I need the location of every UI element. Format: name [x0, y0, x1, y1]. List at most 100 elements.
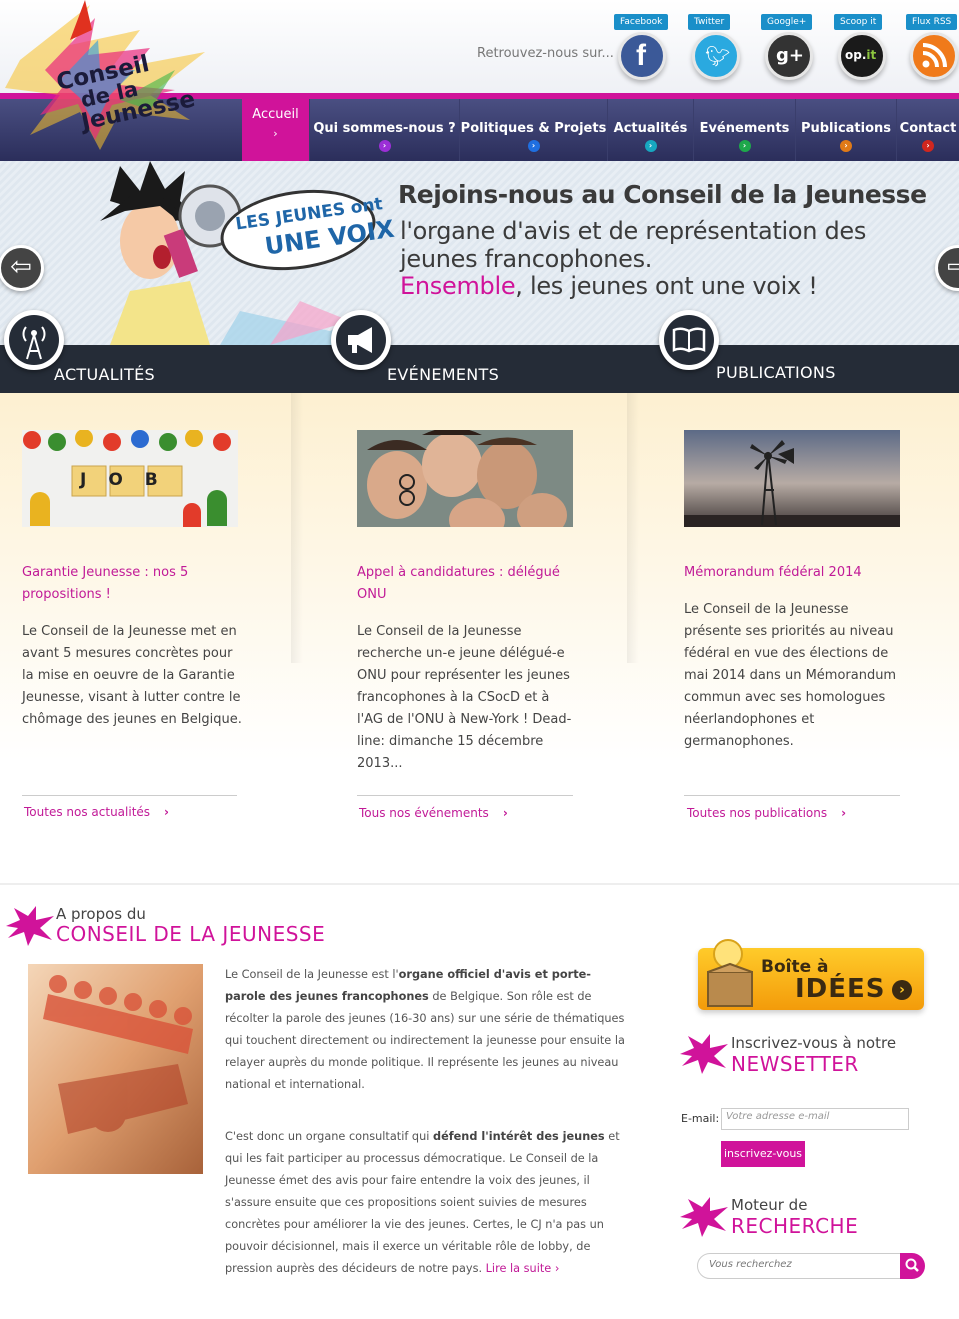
- search-title-small: Moteur de: [731, 1196, 808, 1214]
- social-scoop-it[interactable]: Scoop it op.it: [832, 14, 892, 82]
- twitter-icon[interactable]: 🐦︎: [692, 32, 740, 80]
- social-google-plus[interactable]: Google+ g+: [759, 14, 819, 82]
- social-rss[interactable]: Flux RSS: [904, 14, 959, 82]
- about-title-small: A propos du: [56, 905, 146, 923]
- nav-label: Actualités: [613, 121, 688, 136]
- banner-line-1: l'organe d'avis et de représentation des: [400, 217, 867, 245]
- link-label: Tous nos événements: [359, 806, 489, 820]
- scoop-it-icon[interactable]: op.it: [838, 32, 886, 80]
- about-p1-a: Le Conseil de la Jeunesse est l': [225, 968, 399, 981]
- divider: [357, 795, 573, 796]
- social-label: Flux RSS: [906, 14, 958, 30]
- nav-label: Evénements: [699, 121, 790, 136]
- column-separator: [627, 393, 639, 663]
- group-faces-image: [357, 430, 573, 527]
- news-image-job[interactable]: JOB: [22, 430, 238, 527]
- chevron-right-icon: ›: [841, 806, 847, 820]
- nav-label: Accueil: [252, 107, 299, 122]
- tab-publications[interactable]: PUBLICATIONS: [716, 363, 836, 382]
- facebook-icon[interactable]: f: [618, 32, 666, 80]
- tab-actualites[interactable]: ACTUALITÉS: [54, 365, 155, 384]
- news-title-3[interactable]: Mémorandum fédéral 2014: [684, 562, 899, 584]
- pink-splash-icon: [680, 1034, 728, 1074]
- tab-evenements[interactable]: EVÉNEMENTS: [387, 365, 499, 384]
- banner-line-3-rest: , les jeunes ont une voix !: [515, 272, 818, 300]
- social-twitter[interactable]: Twitter 🐦︎: [686, 14, 746, 82]
- find-us-text: Retrouvez-nous sur...: [477, 46, 614, 61]
- nav-label: Politiques & Projets: [460, 121, 607, 136]
- banner-line-3: Ensemble, les jeunes ont une voix !: [400, 272, 818, 300]
- social-facebook[interactable]: Facebook f: [612, 14, 672, 82]
- rss-icon[interactable]: [910, 32, 958, 80]
- news-body-1: Le Conseil de la Jeunesse met en avant 5…: [22, 624, 242, 727]
- hero-banner: LES JEUNES ont UNE VOIX Rejoins-nous au …: [0, 161, 959, 345]
- social-label: Google+: [761, 14, 813, 30]
- read-more-link[interactable]: Lire la suite ›: [486, 1262, 560, 1275]
- chevron-right-icon: ›: [554, 1262, 560, 1275]
- about-image: [28, 964, 203, 1174]
- nav-item-evenements[interactable]: Evénements ›: [693, 99, 795, 161]
- nav-label: Publications: [800, 121, 892, 136]
- newsletter-title: Inscrivez-vous à notre NEWSETTER: [731, 1034, 896, 1076]
- book-icon[interactable]: [659, 310, 719, 370]
- pink-splash-icon: [6, 906, 54, 946]
- paper-dolls-image: [28, 964, 203, 1174]
- social-label: Twitter: [688, 14, 731, 30]
- search-input[interactable]: Vous recherchez: [697, 1253, 902, 1279]
- nav-item-publications[interactable]: Publications ›: [795, 99, 896, 161]
- job-tiles-text: JOB: [80, 470, 180, 490]
- link-all-news[interactable]: Toutes nos actualités ›: [24, 805, 169, 819]
- chevron-right-icon: ›: [892, 980, 912, 1000]
- nav-item-contact[interactable]: Contact ›: [896, 99, 959, 161]
- link-all-events[interactable]: Tous nos événements ›: [359, 806, 508, 820]
- slider-prev-button[interactable]: ⇦: [0, 245, 44, 291]
- chevron-right-icon: ›: [502, 806, 508, 820]
- nav-label: Qui sommes-nous ?: [313, 121, 456, 136]
- windmill-sunset-image: [684, 430, 900, 527]
- megaphone-icon[interactable]: [331, 310, 391, 370]
- banner-title: Rejoins-nous au Conseil de la Jeunesse: [398, 180, 927, 209]
- lightbulb-box-icon: [707, 939, 753, 1007]
- nav-item-politiques-projets[interactable]: Politiques & Projets ›: [459, 99, 607, 161]
- book-glyph-icon: [672, 327, 706, 353]
- email-label: E-mail:: [681, 1112, 720, 1125]
- nav-item-qui-sommes-nous[interactable]: Qui sommes-nous ? ›: [309, 99, 459, 161]
- section-divider: [0, 883, 959, 885]
- about-title-big: CONSEIL DE LA JEUNESSE: [56, 922, 326, 946]
- email-field[interactable]: Votre adresse e-mail: [721, 1108, 909, 1130]
- news-image-people[interactable]: [357, 430, 573, 527]
- section-tabs: ACTUALITÉS EVÉNEMENTS PUBLICATIONS: [0, 345, 959, 393]
- divider: [684, 795, 900, 796]
- pink-splash-icon: [680, 1197, 728, 1237]
- subscribe-button[interactable]: inscrivez-vous: [721, 1141, 805, 1167]
- chevron-dot-icon: ›: [922, 140, 934, 152]
- search-button[interactable]: [900, 1253, 925, 1279]
- banner-highlight: Ensemble: [400, 272, 516, 300]
- about-paragraph-1: Le Conseil de la Jeunesse est l'organe o…: [225, 964, 630, 1096]
- about-paragraph-2: C'est donc un organe consultatif qui déf…: [225, 1126, 630, 1280]
- antenna-icon[interactable]: [4, 310, 64, 370]
- link-all-publications[interactable]: Toutes nos publications ›: [687, 806, 846, 820]
- news-title-1[interactable]: Garantie Jeunesse : nos 5 propositions !: [22, 562, 237, 606]
- about-p2-c: et qui les fait participer au processus …: [225, 1130, 620, 1275]
- banner-line-2: jeunes francophones.: [400, 245, 653, 273]
- google-plus-icon[interactable]: g+: [765, 32, 813, 80]
- nav-item-actualites[interactable]: Actualités ›: [607, 99, 693, 161]
- column-separator: [291, 393, 303, 663]
- idea-box-button[interactable]: Boîte à IDÉES ›: [698, 939, 924, 1010]
- nav-label: Contact: [899, 121, 957, 136]
- divider: [22, 795, 237, 796]
- link-label: Toutes nos actualités: [24, 805, 151, 819]
- megaphone-glyph-icon: [348, 327, 372, 353]
- nav-item-accueil[interactable]: Accueil ›: [242, 99, 309, 161]
- news-body-3: Le Conseil de la Jeunesse présente ses p…: [684, 602, 897, 749]
- chevron-right-icon: ›: [273, 127, 278, 140]
- link-label: Toutes nos publications: [687, 806, 828, 820]
- chevron-dot-icon: ›: [840, 140, 852, 152]
- site-logo[interactable]: Conseil de la Jeunesse: [0, 0, 240, 160]
- news-image-windmill[interactable]: [684, 430, 900, 527]
- news-title-2[interactable]: Appel à candidatures : délégué ONU: [357, 562, 567, 606]
- about-p2-a: C'est donc un organe consultatif qui: [225, 1130, 433, 1143]
- search-icon: [905, 1258, 919, 1272]
- about-p1-c: de Belgique. Son rôle est de récolter la…: [225, 990, 625, 1091]
